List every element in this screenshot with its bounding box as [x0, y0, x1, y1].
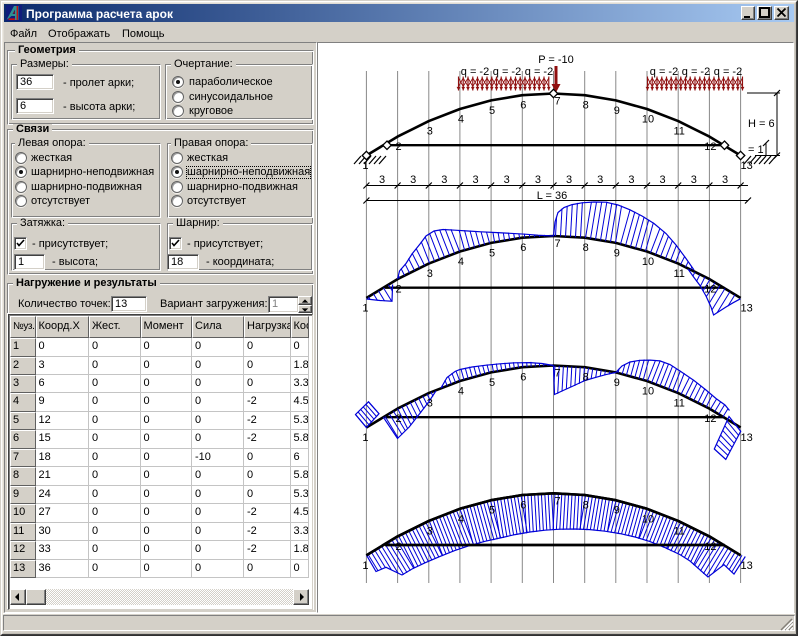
svg-text:10: 10 — [642, 256, 654, 268]
svg-text:1: 1 — [362, 160, 368, 172]
svg-text:q = -2: q = -2 — [461, 66, 489, 78]
svg-text:q = -2: q = -2 — [650, 66, 678, 78]
svg-text:4: 4 — [458, 386, 464, 398]
svg-text:6: 6 — [520, 500, 526, 512]
svg-text:3: 3 — [427, 525, 433, 537]
svg-text:2: 2 — [396, 141, 402, 153]
svg-text:q = -2: q = -2 — [525, 66, 553, 78]
svg-text:9: 9 — [614, 505, 620, 517]
svg-text:11: 11 — [673, 268, 684, 280]
svg-text:4: 4 — [458, 513, 464, 525]
svg-text:3: 3 — [441, 174, 447, 186]
svg-text:5: 5 — [489, 505, 495, 517]
svg-text:3: 3 — [597, 174, 603, 186]
svg-text:13: 13 — [740, 160, 752, 172]
svg-text:13: 13 — [740, 432, 752, 444]
svg-text:3: 3 — [472, 174, 478, 186]
svg-text:9: 9 — [614, 105, 620, 117]
svg-text:4: 4 — [458, 256, 464, 268]
svg-text:8: 8 — [583, 372, 589, 384]
svg-text:8: 8 — [583, 242, 589, 254]
svg-text:q = -2: q = -2 — [493, 66, 521, 78]
svg-text:1: 1 — [362, 560, 368, 572]
svg-text:= 1: = 1 — [748, 144, 764, 156]
svg-text:3: 3 — [660, 174, 666, 186]
svg-text:3: 3 — [410, 174, 416, 186]
svg-text:11: 11 — [673, 126, 684, 138]
svg-text:12: 12 — [704, 141, 716, 153]
svg-text:3: 3 — [535, 174, 541, 186]
svg-text:6: 6 — [520, 100, 526, 112]
svg-text:2: 2 — [396, 284, 402, 296]
svg-text:12: 12 — [704, 284, 716, 296]
svg-text:12: 12 — [704, 541, 716, 553]
svg-text:1: 1 — [362, 303, 368, 315]
svg-text:8: 8 — [583, 500, 589, 512]
svg-text:3: 3 — [427, 268, 433, 280]
svg-text:3: 3 — [691, 174, 697, 186]
svg-text:4: 4 — [458, 114, 464, 126]
svg-text:13: 13 — [740, 303, 752, 315]
svg-text:9: 9 — [614, 377, 620, 389]
svg-text:3: 3 — [504, 174, 510, 186]
svg-text:3: 3 — [628, 174, 634, 186]
svg-text:2: 2 — [396, 413, 402, 425]
svg-text:3: 3 — [566, 174, 572, 186]
svg-text:5: 5 — [489, 105, 495, 117]
svg-text:L = 36: L = 36 — [537, 190, 567, 202]
svg-text:11: 11 — [673, 525, 684, 537]
svg-text:3: 3 — [427, 126, 433, 138]
svg-text:7: 7 — [554, 368, 560, 380]
svg-text:6: 6 — [520, 372, 526, 384]
svg-text:3: 3 — [379, 174, 385, 186]
svg-text:13: 13 — [740, 560, 752, 572]
svg-text:10: 10 — [642, 114, 654, 126]
svg-text:7: 7 — [554, 238, 560, 250]
svg-text:7: 7 — [554, 495, 560, 507]
svg-text:12: 12 — [704, 413, 716, 425]
svg-text:1: 1 — [362, 432, 368, 444]
svg-text:H = 6: H = 6 — [748, 118, 775, 130]
svg-text:7: 7 — [554, 96, 560, 108]
svg-text:3: 3 — [427, 398, 433, 410]
svg-text:5: 5 — [489, 247, 495, 259]
svg-text:8: 8 — [583, 100, 589, 112]
svg-text:10: 10 — [642, 513, 654, 525]
svg-text:q = -2: q = -2 — [714, 66, 742, 78]
svg-text:10: 10 — [642, 386, 654, 398]
svg-text:9: 9 — [614, 247, 620, 259]
svg-text:5: 5 — [489, 377, 495, 389]
svg-text:3: 3 — [722, 174, 728, 186]
svg-text:2: 2 — [396, 541, 402, 553]
svg-text:11: 11 — [673, 398, 684, 410]
svg-text:P = -10: P = -10 — [538, 54, 574, 66]
svg-text:q = -2: q = -2 — [682, 66, 710, 78]
svg-text:6: 6 — [520, 242, 526, 254]
